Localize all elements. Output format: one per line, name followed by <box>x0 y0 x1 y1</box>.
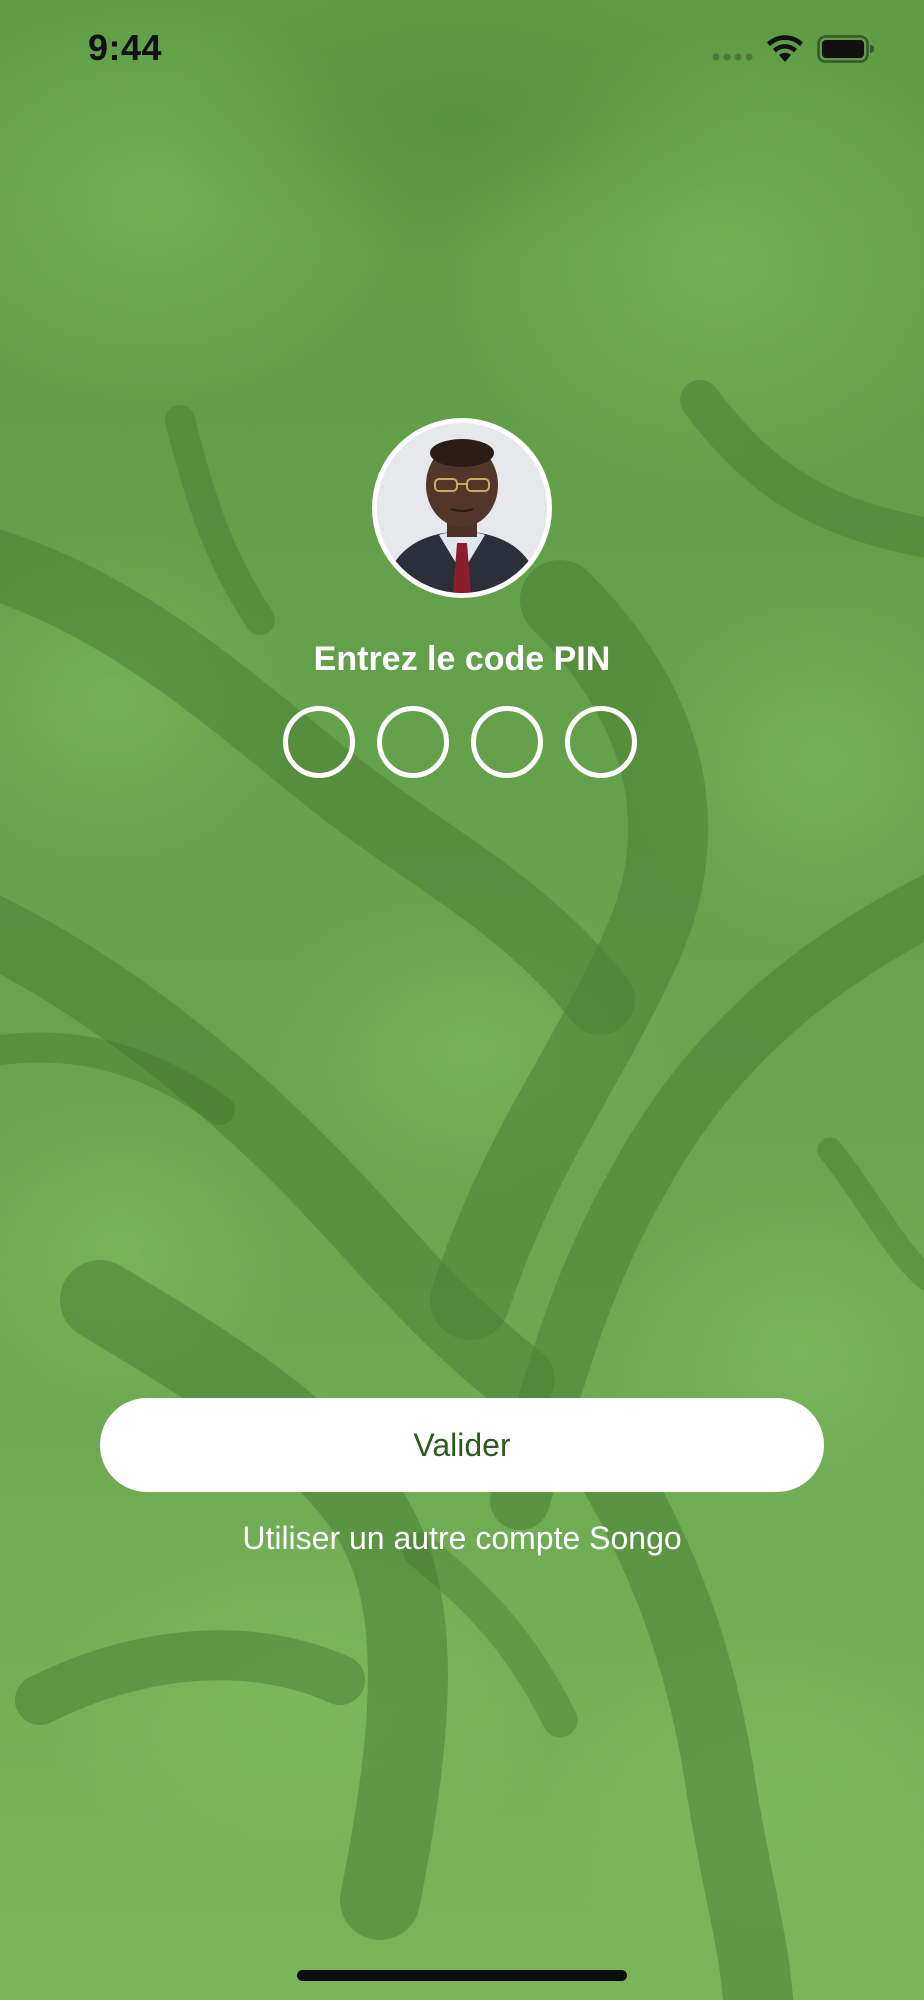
pin-digit-3 <box>471 706 543 778</box>
pin-digit-4 <box>565 706 637 778</box>
cellular-signal-icon <box>712 53 753 61</box>
use-other-account-link[interactable]: Utiliser un autre compte Songo <box>0 1520 924 1557</box>
home-indicator[interactable] <box>297 1970 627 1981</box>
wifi-icon <box>767 35 803 62</box>
tree-background-image <box>0 0 924 2000</box>
pin-login-screen: 9:44 Entrez le code PIN Valider Utiliser… <box>0 0 924 2000</box>
user-avatar-photo <box>377 423 547 593</box>
user-avatar <box>372 418 552 598</box>
status-bar: 9:44 <box>0 0 924 100</box>
validate-button[interactable]: Valider <box>100 1398 824 1492</box>
battery-icon <box>817 35 874 63</box>
pin-prompt-title: Entrez le code PIN <box>313 640 611 678</box>
pin-digit-2 <box>377 706 449 778</box>
pin-indicator[interactable] <box>283 706 643 780</box>
pin-digit-1 <box>283 706 355 778</box>
status-time: 9:44 <box>88 27 163 68</box>
